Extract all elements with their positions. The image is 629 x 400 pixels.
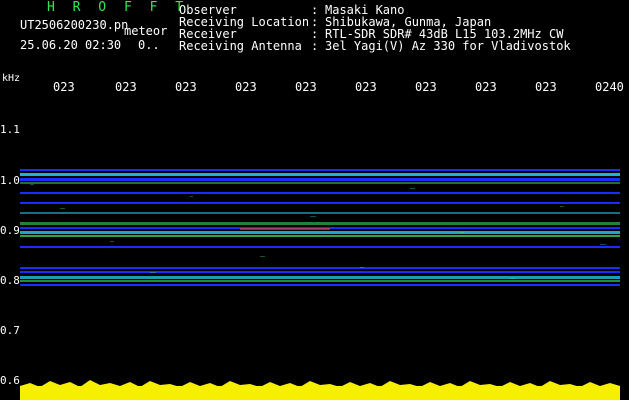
meta-value: 3el Yagi(V) Az 330 for Vladivostok: [325, 39, 571, 53]
extra-label: 0..: [138, 38, 160, 52]
time-tick-label: 023: [115, 80, 137, 94]
time-tick-label: 023: [295, 80, 317, 94]
time-tick-label: 0240: [595, 80, 624, 94]
time-tick-label: 023: [53, 80, 75, 94]
metadata-block: Observer: Masaki Kano Receiving Location:…: [179, 4, 619, 52]
plot-right-margin: [620, 96, 629, 400]
meta-key: Receiving Antenna: [179, 39, 302, 53]
meta-separator: :: [311, 39, 319, 53]
frequency-tick-label: 1.1: [0, 123, 20, 136]
frequency-tick-label: 1.0: [0, 174, 20, 187]
datetime-label: 25.06.20 02:30: [20, 38, 122, 52]
spectrogram-canvas: [20, 96, 620, 400]
time-tick-label: 023: [535, 80, 557, 94]
time-tick-label: 023: [415, 80, 437, 94]
frequency-tick-label: 0.6: [0, 374, 20, 387]
spectrogram-plot: [20, 96, 620, 400]
meta-row-antenna: Receiving Antenna:3el Yagi(V) Az 330 for…: [179, 40, 619, 52]
file-name: UT2506200230.pn: [20, 18, 129, 32]
time-tick-label: 023: [175, 80, 197, 94]
time-tick-label: 023: [235, 80, 257, 94]
frequency-unit-label: kHz: [2, 73, 21, 84]
frequency-tick-label: 0.8: [0, 274, 20, 287]
frequency-tick-label: 0.7: [0, 324, 20, 337]
time-tick-label: 023: [475, 80, 497, 94]
program-title: H R O F F T: [47, 0, 189, 15]
mode-label: meteor: [124, 24, 168, 38]
time-tick-label: 023: [355, 80, 377, 94]
hroft-spectrogram-window: H R O F F T UT2506200230.pn meteor 25.06…: [0, 0, 629, 400]
frequency-tick-label: 0.9: [0, 224, 20, 237]
